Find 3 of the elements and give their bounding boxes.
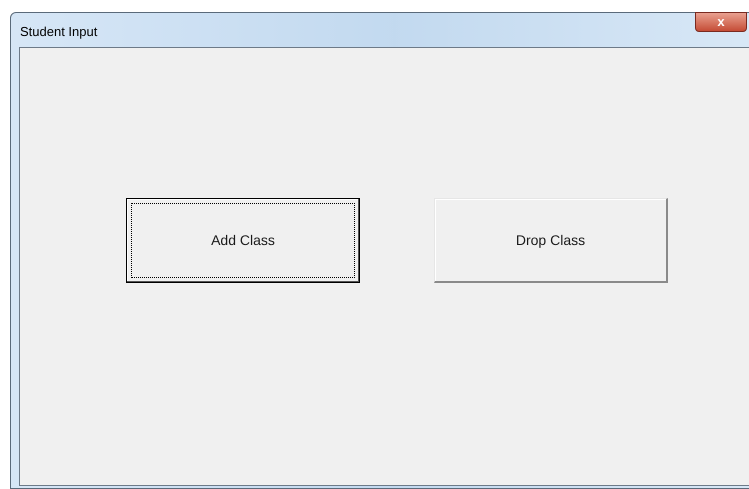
window-title: Student Input [20,23,98,41]
command-button[interactable]: Add Class [126,198,360,283]
command-button[interactable]: Drop Class [434,198,668,283]
